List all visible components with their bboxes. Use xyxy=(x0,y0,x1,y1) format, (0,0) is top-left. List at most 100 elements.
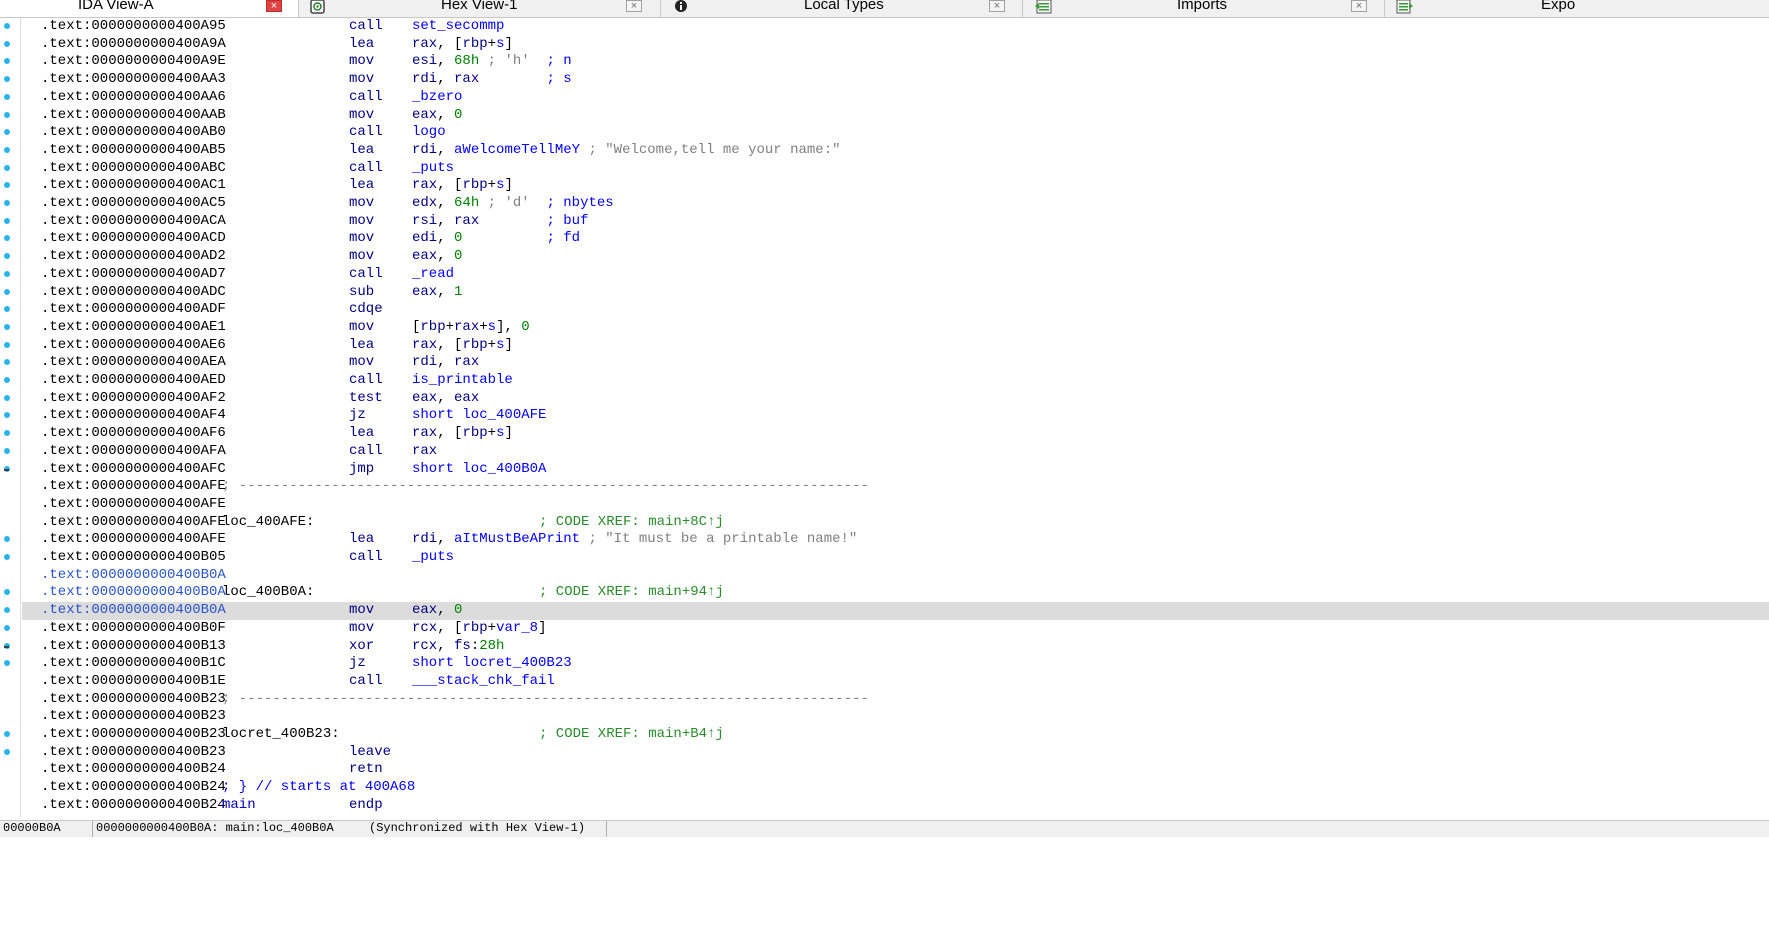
code-label[interactable]: main xyxy=(222,797,256,814)
listing-row[interactable]: .text:0000000000400AC5 mov edx, 64h ; 'd' … xyxy=(22,195,1769,213)
mnemonic[interactable]: mov xyxy=(349,620,374,637)
operand-token[interactable]: rax xyxy=(412,36,437,52)
mnemonic[interactable]: lea xyxy=(349,177,374,194)
operand-token[interactable]: rbp xyxy=(462,36,487,52)
operands[interactable]: short locret_400B23 xyxy=(412,655,572,672)
address[interactable]: .text:0000000000400AE6 xyxy=(41,337,226,354)
operand-token[interactable]: rbp xyxy=(420,319,445,335)
listing-row[interactable]: .text:0000000000400B0A xyxy=(22,567,1769,585)
operand-token[interactable]: rdi xyxy=(412,142,437,158)
listing-row[interactable]: .text:0000000000400AD7 call _read xyxy=(22,266,1769,284)
address[interactable]: .text:0000000000400A95 xyxy=(41,18,226,35)
address[interactable]: .text:0000000000400AC5 xyxy=(41,195,226,212)
operands[interactable]: [rbp+rax+s], 0 xyxy=(412,319,530,336)
address[interactable]: .text:0000000000400B1C xyxy=(41,655,226,672)
close-icon[interactable]: × xyxy=(266,0,282,12)
address[interactable]: .text:0000000000400AF2 xyxy=(41,390,226,407)
operand-token[interactable]: rbp xyxy=(462,337,487,353)
mnemonic[interactable]: endp xyxy=(349,797,383,814)
listing-row[interactable]: .text:0000000000400B0A mov eax, 0 xyxy=(22,602,1769,620)
operand-token[interactable]: _puts xyxy=(412,160,454,176)
operand-token[interactable]: eax xyxy=(412,248,437,264)
mnemonic[interactable]: lea xyxy=(349,142,374,159)
operand-token[interactable]: eax xyxy=(412,107,437,123)
address[interactable]: .text:0000000000400AFC xyxy=(41,461,226,478)
listing-row[interactable]: .text:0000000000400AB5 lea rdi, aWelcomeTe… xyxy=(22,142,1769,160)
operand-token[interactable]: aItMustBeAPrint xyxy=(454,531,580,547)
mnemonic[interactable]: call xyxy=(349,124,383,141)
operand-token[interactable]: eax xyxy=(412,602,437,618)
xref-comment[interactable]: ; CODE XREF: main+8C↑j xyxy=(539,514,724,531)
mnemonic[interactable]: jmp xyxy=(349,461,374,478)
address[interactable]: .text:0000000000400A9A xyxy=(41,36,226,53)
operand-token[interactable]: rbp xyxy=(462,620,487,636)
operand-token[interactable]: rsi xyxy=(412,213,437,229)
listing-row[interactable]: .text:0000000000400AB0 call logo xyxy=(22,124,1769,142)
address[interactable]: .text:0000000000400AD2 xyxy=(41,248,226,265)
listing-row[interactable]: .text:0000000000400B23 leave xyxy=(22,744,1769,762)
address[interactable]: .text:0000000000400B23 xyxy=(41,744,226,761)
address[interactable]: .text:0000000000400AE1 xyxy=(41,319,226,336)
mnemonic[interactable]: mov xyxy=(349,53,374,70)
address[interactable]: .text:0000000000400AA6 xyxy=(41,89,226,106)
operand-token[interactable]: rax xyxy=(454,319,479,335)
address[interactable]: .text:0000000000400A9E xyxy=(41,53,226,70)
listing-row[interactable]: .text:0000000000400B23 xyxy=(22,708,1769,726)
address[interactable]: .text:0000000000400B24 xyxy=(41,761,226,778)
listing-row[interactable]: .text:0000000000400B1C jz short locret_400… xyxy=(22,655,1769,673)
listing-row[interactable]: .text:0000000000400ADC sub eax, 1 xyxy=(22,284,1769,302)
address[interactable]: .text:0000000000400B0A xyxy=(41,584,226,601)
listing-row[interactable]: .text:0000000000400A9A lea rax, [rbp+s] xyxy=(22,36,1769,54)
operand-token[interactable]: eax xyxy=(412,390,437,406)
operands[interactable]: eax, 0 xyxy=(412,107,462,124)
mnemonic[interactable]: call xyxy=(349,266,383,283)
listing-row[interactable]: .text:0000000000400AC1 lea rax, [rbp+s] xyxy=(22,177,1769,195)
mnemonic[interactable]: jz xyxy=(349,407,366,424)
address[interactable]: .text:0000000000400AB0 xyxy=(41,124,226,141)
tab-hex-view-1[interactable]: Hex View-1 × xyxy=(298,0,660,17)
operands[interactable]: eax, 0 xyxy=(412,248,462,265)
operand-token[interactable]: aWelcomeTellMeY xyxy=(454,142,580,158)
operand-token[interactable]: var_8 xyxy=(496,620,538,636)
listing-row[interactable]: .text:0000000000400AF6 lea rax, [rbp+s] xyxy=(22,425,1769,443)
listing-row[interactable]: .text:0000000000400A95 call set_secommp xyxy=(22,18,1769,36)
mnemonic[interactable]: mov xyxy=(349,319,374,336)
listing-row[interactable]: .text:0000000000400AFE; ----------------… xyxy=(22,478,1769,496)
operand-token[interactable]: rcx xyxy=(412,620,437,636)
listing-row[interactable]: .text:0000000000400AFE lea rdi, aItMustBeA… xyxy=(22,531,1769,549)
listing-row[interactable]: .text:0000000000400B05 call _puts xyxy=(22,549,1769,567)
listing-row[interactable]: .text:0000000000400AE6 lea rax, [rbp+s] xyxy=(22,337,1769,355)
operand-token[interactable]: eax xyxy=(454,390,479,406)
listing-row[interactable]: .text:0000000000400AFE xyxy=(22,496,1769,514)
listing-row[interactable]: .text:0000000000400AA3 mov rdi, rax ; s xyxy=(22,71,1769,89)
operands[interactable]: rdi, rax ; s xyxy=(412,71,572,88)
address[interactable]: .text:0000000000400AA3 xyxy=(41,71,226,88)
address[interactable]: .text:0000000000400AB5 xyxy=(41,142,226,159)
address[interactable]: .text:0000000000400AEA xyxy=(41,354,226,371)
operands[interactable]: eax, eax xyxy=(412,390,479,407)
address[interactable]: .text:0000000000400AFE xyxy=(41,514,226,531)
mnemonic[interactable]: mov xyxy=(349,354,374,371)
operands[interactable]: eax, 1 xyxy=(412,284,462,301)
operands[interactable]: rax xyxy=(412,443,437,460)
operands[interactable]: short loc_400B0A xyxy=(412,461,546,478)
mnemonic[interactable]: call xyxy=(349,673,383,690)
address[interactable]: .text:0000000000400AFE xyxy=(41,496,226,513)
tab-expo[interactable]: Expo xyxy=(1384,0,1769,17)
operand-token[interactable]: _puts xyxy=(412,549,454,565)
operands[interactable]: _bzero xyxy=(412,89,462,106)
mnemonic[interactable]: call xyxy=(349,549,383,566)
address[interactable]: .text:0000000000400AF6 xyxy=(41,425,226,442)
operands[interactable]: esi, 68h ; 'h' ; n xyxy=(412,53,572,70)
listing-row[interactable]: .text:0000000000400B13 xor rcx, fs:28h xyxy=(22,638,1769,656)
listing-row[interactable]: .text:0000000000400B24 main endp xyxy=(22,797,1769,815)
operand-token[interactable]: ___stack_chk_fail xyxy=(412,673,555,689)
address[interactable]: .text:0000000000400B13 xyxy=(41,638,226,655)
address[interactable]: .text:0000000000400AED xyxy=(41,372,226,389)
operands[interactable]: rcx, fs:28h xyxy=(412,638,504,655)
operand-token[interactable]: rax xyxy=(454,71,479,87)
operand-token[interactable]: rax xyxy=(412,443,437,459)
close-icon[interactable]: × xyxy=(989,0,1005,12)
code-label[interactable]: loc_400AFE: xyxy=(222,514,314,531)
operand-token[interactable]: logo xyxy=(412,124,446,140)
